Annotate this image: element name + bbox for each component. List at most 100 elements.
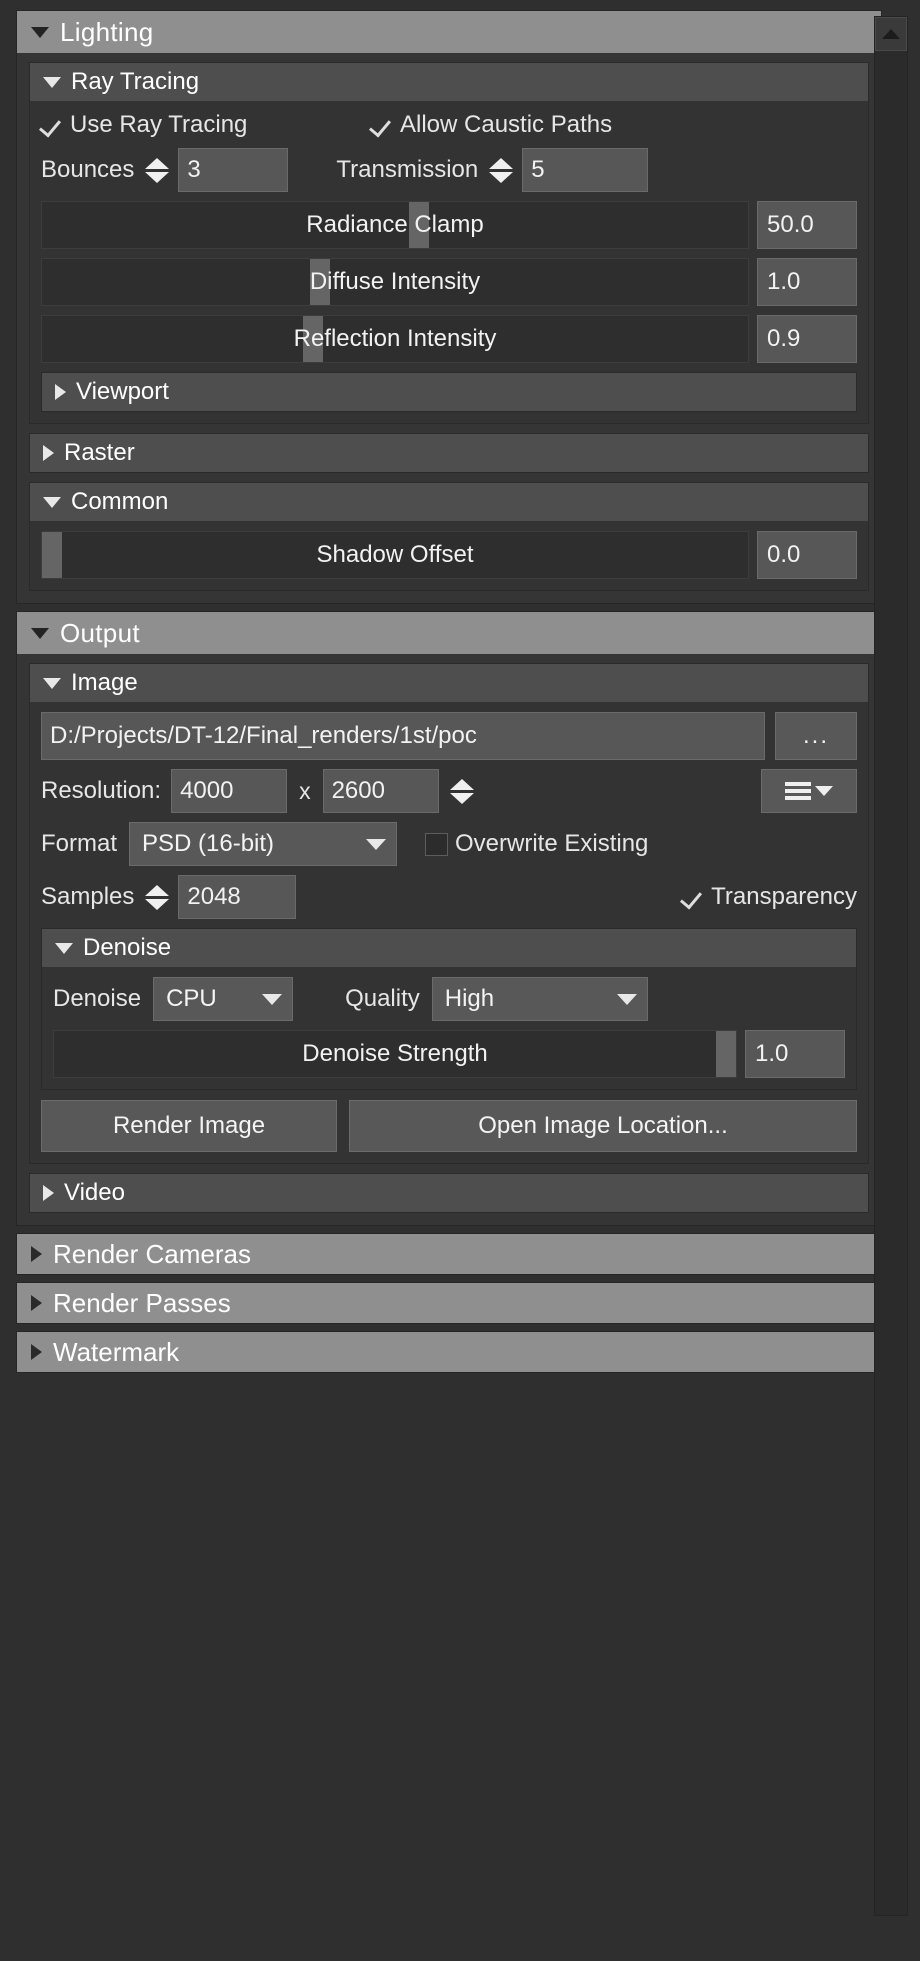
bounces-label: Bounces	[41, 156, 135, 183]
triangle-right-icon	[43, 1185, 54, 1201]
triangle-right-icon	[31, 1246, 42, 1262]
hamburger-menu-icon	[785, 782, 811, 800]
denoise-device-value: CPU	[166, 985, 217, 1012]
ray-tracing-header[interactable]: Ray Tracing	[30, 63, 868, 101]
transparency-checkbox[interactable]: Transparency	[682, 883, 857, 911]
vertical-scrollbar[interactable]	[874, 16, 908, 1916]
lighting-group: Lighting Ray Tracing Use Ray Tracing All…	[16, 10, 882, 604]
chevron-down-icon	[616, 993, 637, 1005]
bounces-input[interactable]: 3	[178, 148, 289, 192]
render-cameras-title: Render Cameras	[53, 1238, 251, 1269]
output-group-header[interactable]: Output	[17, 612, 881, 654]
triangle-up-icon	[489, 157, 514, 169]
transmission-input[interactable]: 5	[522, 148, 649, 192]
triangle-down-icon	[43, 677, 61, 689]
render-passes-title: Render Passes	[53, 1287, 231, 1318]
transmission-label: Transmission	[336, 156, 479, 183]
transmission-stepper[interactable]	[488, 152, 514, 188]
triangle-down-icon	[55, 942, 73, 954]
chevron-down-icon	[262, 993, 283, 1005]
chevron-down-icon	[366, 838, 387, 850]
open-image-location-button[interactable]: Open Image Location...	[349, 1100, 857, 1152]
triangle-down-icon	[489, 171, 514, 183]
check-icon	[682, 885, 704, 909]
render-cameras-group-header[interactable]: Render Cameras	[16, 1233, 882, 1275]
lighting-group-header[interactable]: Lighting	[17, 11, 881, 53]
radiance-clamp-row: Radiance Clamp 50.0	[41, 201, 857, 249]
triangle-up-icon	[882, 29, 900, 39]
denoise-strength-slider[interactable]: Denoise Strength	[53, 1030, 737, 1078]
raster-title: Raster	[64, 439, 135, 466]
common-title: Common	[71, 488, 169, 515]
denoise-strength-label: Denoise Strength	[302, 1040, 488, 1067]
video-section-header[interactable]: Video	[29, 1173, 869, 1213]
slider-handle[interactable]	[303, 316, 324, 362]
resolution-label: Resolution:	[41, 777, 162, 804]
reflection-intensity-slider[interactable]: Reflection Intensity	[41, 315, 749, 363]
shadow-offset-label: Shadow Offset	[316, 541, 474, 568]
triangle-down-icon	[43, 496, 61, 508]
shadow-offset-slider[interactable]: Shadow Offset	[41, 531, 749, 579]
render-passes-group-header[interactable]: Render Passes	[16, 1282, 882, 1324]
scroll-up-button[interactable]	[875, 17, 907, 51]
resolution-presets-button[interactable]	[761, 769, 857, 813]
resolution-height-input[interactable]: 2600	[322, 769, 439, 813]
check-icon	[371, 113, 393, 137]
triangle-up-icon	[449, 778, 474, 790]
use-ray-tracing-checkbox[interactable]: Use Ray Tracing	[41, 111, 371, 139]
resolution-link-stepper[interactable]	[449, 773, 475, 809]
triangle-right-icon	[31, 1295, 42, 1311]
resolution-width-input[interactable]: 4000	[171, 769, 288, 813]
triangle-right-icon	[55, 384, 66, 400]
reflection-intensity-label: Reflection Intensity	[293, 325, 497, 352]
diffuse-intensity-slider[interactable]: Diffuse Intensity	[41, 258, 749, 306]
render-image-button[interactable]: Render Image	[41, 1100, 337, 1152]
browse-path-button[interactable]: ...	[775, 712, 857, 760]
radiance-clamp-label: Radiance Clamp	[306, 211, 484, 238]
output-path-input[interactable]: D:/Projects/DT-12/Final_renders/1st/poc	[41, 712, 765, 760]
denoise-title: Denoise	[83, 934, 172, 961]
raster-section-header[interactable]: Raster	[29, 433, 869, 473]
slider-handle[interactable]	[409, 202, 430, 248]
overwrite-existing-label: Overwrite Existing	[455, 830, 649, 857]
denoise-device-dropdown[interactable]: CPU	[153, 977, 294, 1021]
slider-handle[interactable]	[716, 1031, 736, 1077]
denoise-quality-dropdown[interactable]: High	[431, 977, 648, 1021]
denoise-strength-row: Denoise Strength 1.0	[53, 1030, 845, 1078]
triangle-down-icon	[31, 26, 49, 38]
allow-caustic-paths-checkbox[interactable]: Allow Caustic Paths	[371, 111, 612, 139]
image-header[interactable]: Image	[30, 664, 868, 702]
overwrite-existing-checkbox[interactable]: Overwrite Existing	[425, 830, 648, 858]
diffuse-intensity-value[interactable]: 1.0	[757, 258, 857, 306]
samples-stepper[interactable]	[144, 879, 170, 915]
triangle-right-icon	[31, 1344, 42, 1360]
shadow-offset-value[interactable]: 0.0	[757, 531, 857, 579]
slider-handle[interactable]	[310, 259, 331, 305]
allow-caustic-paths-label: Allow Caustic Paths	[400, 111, 613, 138]
denoise-header[interactable]: Denoise	[42, 929, 856, 967]
viewport-section-header[interactable]: Viewport	[41, 372, 857, 412]
triangle-down-icon	[449, 792, 474, 804]
denoise-strength-value[interactable]: 1.0	[745, 1030, 845, 1078]
triangle-up-icon	[145, 884, 170, 896]
scrollbar-track[interactable]	[875, 51, 907, 1915]
samples-input[interactable]: 2048	[178, 875, 297, 919]
radiance-clamp-slider[interactable]: Radiance Clamp	[41, 201, 749, 249]
slider-handle[interactable]	[42, 532, 62, 578]
radiance-clamp-value[interactable]: 50.0	[757, 201, 857, 249]
common-header[interactable]: Common	[30, 483, 868, 521]
chevron-down-icon	[815, 786, 833, 796]
check-icon	[41, 113, 63, 137]
denoise-section: Denoise Denoise CPU Quality High Denoise…	[41, 928, 857, 1090]
format-label: Format	[41, 830, 118, 857]
watermark-group-header[interactable]: Watermark	[16, 1331, 882, 1373]
format-dropdown[interactable]: PSD (16-bit)	[129, 822, 398, 866]
triangle-right-icon	[43, 445, 54, 461]
triangle-up-icon	[145, 157, 170, 169]
denoise-device-label: Denoise	[53, 985, 142, 1012]
reflection-intensity-value[interactable]: 0.9	[757, 315, 857, 363]
format-value: PSD (16-bit)	[142, 830, 275, 857]
bounces-stepper[interactable]	[144, 152, 170, 188]
diffuse-intensity-label: Diffuse Intensity	[309, 268, 481, 295]
use-ray-tracing-label: Use Ray Tracing	[70, 111, 248, 138]
